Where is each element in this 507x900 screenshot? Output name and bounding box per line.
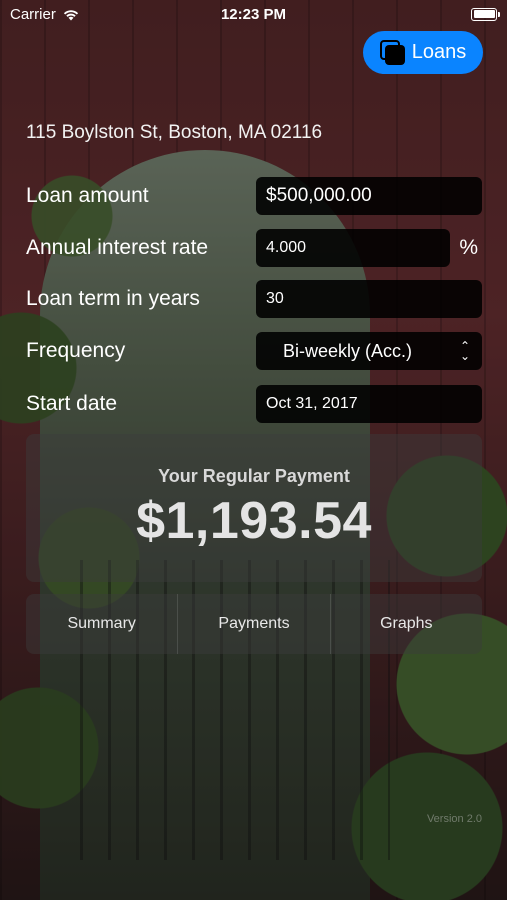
chevron-updown-icon: ⌃ ⌄ [459,339,470,363]
interest-rate-row: Annual interest rate 4.000 % [26,229,482,267]
interest-rate-field[interactable]: 4.000 [256,229,450,267]
carrier-label: Carrier [10,5,56,23]
loan-term-row: Loan term in years 30 [26,280,482,318]
payment-title: Your Regular Payment [158,466,350,486]
address-label: 115 Boylston St, Boston, MA 02116 [26,122,323,143]
loan-amount-row: Loan amount $500,000.00 [26,177,482,215]
loan-term-label: Loan term in years [26,287,200,310]
loans-button-label: Loans [411,41,467,63]
loans-stack-icon [379,39,406,66]
frequency-row: Frequency Bi-weekly (Acc.) ⌃ ⌄ [26,332,482,370]
loan-term-field[interactable]: 30 [256,280,482,318]
battery-icon [471,7,500,21]
tab-graphs[interactable]: Graphs [329,594,482,654]
tab-payments[interactable]: Payments [177,594,329,654]
interest-rate-label: Annual interest rate [26,236,209,259]
loans-button[interactable]: Loans [363,31,483,74]
wifi-icon [63,9,78,20]
loan-amount-field[interactable]: $500,000.00 [256,177,482,215]
frequency-label: Frequency [26,339,126,362]
start-date-label: Start date [26,392,118,415]
frequency-select[interactable]: Bi-weekly (Acc.) ⌃ ⌄ [256,332,482,370]
tab-summary[interactable]: Summary [26,594,177,654]
start-date-field[interactable]: Oct 31, 2017 [256,385,482,423]
percent-unit: % [459,236,478,259]
status-bar: Carrier 12:23 PM [0,0,507,28]
results-tab-bar: Summary Payments Graphs [26,594,482,654]
version-label: Version 2.0 [426,813,482,825]
payment-amount: $1,193.54 [136,492,372,550]
frequency-value: Bi-weekly (Acc.) [283,340,413,361]
start-date-row: Start date Oct 31, 2017 [26,385,482,423]
loan-amount-label: Loan amount [26,184,149,207]
regular-payment-card: Your Regular Payment $1,193.54 [26,434,482,582]
